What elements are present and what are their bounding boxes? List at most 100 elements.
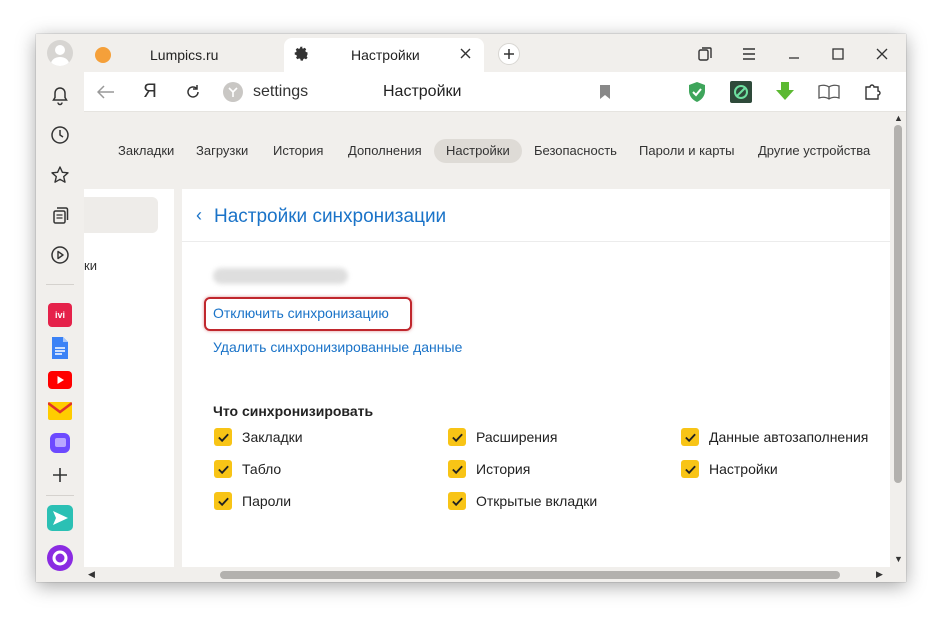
sync-settings-title[interactable]: Настройки синхронизации bbox=[214, 206, 446, 228]
checkbox-bookmarks[interactable]: Закладки bbox=[214, 428, 303, 446]
download-helper-icon[interactable] bbox=[773, 80, 797, 104]
add-service-plus-icon[interactable] bbox=[45, 460, 75, 490]
tab-lumpics[interactable]: Lumpics.ru bbox=[84, 38, 284, 72]
sidebar-divider bbox=[46, 495, 74, 496]
checkbox-label: Табло bbox=[242, 461, 282, 477]
media-play-icon[interactable] bbox=[45, 240, 75, 270]
bookmark-flag-icon[interactable] bbox=[593, 80, 617, 104]
checkbox-history[interactable]: История bbox=[448, 460, 530, 478]
side-menu-selected-item[interactable] bbox=[84, 197, 158, 233]
page-title: Настройки bbox=[383, 83, 462, 100]
close-window-icon[interactable] bbox=[869, 42, 895, 66]
checkbox-checked-icon[interactable] bbox=[448, 428, 466, 446]
checkbox-label: Открытые вкладки bbox=[476, 493, 598, 509]
menu-hamburger-icon[interactable] bbox=[736, 42, 762, 66]
gear-icon bbox=[294, 46, 309, 65]
docs-icon[interactable] bbox=[45, 333, 75, 363]
checkbox-checked-icon[interactable] bbox=[214, 460, 232, 478]
back-chevron-icon[interactable]: ‹ bbox=[196, 205, 202, 226]
adguard-shield-icon[interactable] bbox=[685, 80, 709, 104]
side-menu-item-label[interactable]: ки bbox=[84, 258, 97, 273]
address-bar-text[interactable]: settings bbox=[253, 83, 308, 101]
lumpics-favicon-icon bbox=[95, 47, 111, 63]
site-info-icon[interactable] bbox=[223, 82, 243, 102]
scroll-down-arrow-icon[interactable]: ▼ bbox=[894, 554, 903, 564]
checkbox-checked-icon[interactable] bbox=[448, 460, 466, 478]
checkbox-label: Расширения bbox=[476, 429, 558, 445]
checkbox-label: Данные автозаполнения bbox=[709, 429, 869, 445]
checkbox-checked-icon[interactable] bbox=[214, 492, 232, 510]
left-sidebar: ivi bbox=[36, 34, 84, 582]
divider bbox=[182, 241, 890, 242]
alice-assistant-icon[interactable] bbox=[45, 543, 75, 573]
close-tab-icon[interactable] bbox=[460, 46, 471, 64]
checkbox-checked-icon[interactable] bbox=[681, 460, 699, 478]
ivi-icon[interactable]: ivi bbox=[45, 300, 75, 330]
checkbox-checked-icon[interactable] bbox=[681, 428, 699, 446]
new-tab-plus-icon[interactable] bbox=[498, 43, 520, 65]
sidebar-divider bbox=[46, 284, 74, 285]
scroll-right-arrow-icon[interactable]: ▶ bbox=[876, 569, 883, 580]
settings-side-menu: ки bbox=[84, 189, 174, 567]
disable-sync-link[interactable]: Отключить синхронизацию bbox=[213, 305, 389, 321]
reader-mode-icon[interactable] bbox=[817, 80, 841, 104]
checkbox-label: Пароли bbox=[242, 493, 292, 509]
checkbox-tableau[interactable]: Табло bbox=[214, 460, 281, 478]
horizontal-scrollbar[interactable]: ◀ ▶ bbox=[84, 567, 890, 582]
nav-downloads[interactable]: Загрузки bbox=[184, 139, 260, 163]
nav-history[interactable]: История bbox=[261, 139, 335, 163]
checkbox-label: Настройки bbox=[709, 461, 778, 477]
delete-synced-data-link[interactable]: Удалить синхронизированные данные bbox=[213, 339, 462, 355]
downloads-arrow-icon[interactable] bbox=[905, 80, 906, 104]
vertical-scrollbar[interactable]: ▲ ▼ bbox=[890, 113, 906, 567]
checkbox-checked-icon[interactable] bbox=[214, 428, 232, 446]
checkbox-open-tabs[interactable]: Открытые вкладки bbox=[448, 492, 597, 510]
messenger-icon[interactable] bbox=[45, 428, 75, 458]
browser-toolbar: Я settings Настройки bbox=[84, 72, 906, 112]
settings-top-nav: Закладки Загрузки История Дополнения Нас… bbox=[84, 113, 890, 185]
checkbox-settings[interactable]: Настройки bbox=[681, 460, 778, 478]
sync-settings-panel: ‹ Настройки синхронизации Отключить синх… bbox=[182, 189, 890, 567]
maximize-icon[interactable] bbox=[825, 42, 851, 66]
mail-icon[interactable] bbox=[45, 396, 75, 426]
youtube-icon[interactable] bbox=[45, 365, 75, 395]
checkbox-autofill[interactable]: Данные автозаполнения bbox=[681, 428, 868, 446]
nav-other-devices[interactable]: Другие устройства bbox=[746, 139, 882, 163]
tabs-list-icon[interactable] bbox=[692, 42, 718, 66]
tab-title: Настройки bbox=[351, 47, 420, 63]
checkbox-extensions[interactable]: Расширения bbox=[448, 428, 557, 446]
tab-title: Lumpics.ru bbox=[150, 47, 219, 63]
checkbox-checked-icon[interactable] bbox=[448, 492, 466, 510]
settings-page: Закладки Загрузки История Дополнения Нас… bbox=[84, 113, 890, 567]
reload-icon[interactable] bbox=[181, 80, 205, 104]
scroll-up-arrow-icon[interactable]: ▲ bbox=[894, 113, 903, 123]
nav-passwords-cards[interactable]: Пароли и карты bbox=[627, 139, 747, 163]
checkbox-label: Закладки bbox=[242, 429, 303, 445]
nav-extensions[interactable]: Дополнения bbox=[336, 139, 434, 163]
tab-strip: Lumpics.ru Настройки bbox=[84, 34, 906, 72]
vpn-extension-icon[interactable] bbox=[729, 80, 753, 104]
send-arrow-icon[interactable] bbox=[45, 503, 75, 533]
collections-icon[interactable] bbox=[45, 200, 75, 230]
yandex-logo-icon[interactable]: Я bbox=[138, 80, 162, 104]
back-arrow-icon[interactable] bbox=[94, 80, 118, 104]
history-clock-icon[interactable] bbox=[45, 120, 75, 150]
what-to-sync-heading: Что синхронизировать bbox=[213, 403, 374, 419]
nav-security[interactable]: Безопасность bbox=[522, 139, 629, 163]
tab-settings[interactable]: Настройки bbox=[284, 38, 484, 72]
checkbox-label: История bbox=[476, 461, 531, 477]
minimize-icon[interactable] bbox=[781, 42, 807, 66]
profile-avatar-icon[interactable] bbox=[47, 40, 73, 66]
notifications-bell-icon[interactable] bbox=[45, 81, 75, 111]
browser-window: ivi Lumpics.ru Настройки Я settings Наст… bbox=[36, 34, 906, 582]
horizontal-scroll-thumb[interactable] bbox=[220, 571, 840, 579]
nav-bookmarks[interactable]: Закладки bbox=[106, 139, 186, 163]
bookmarks-star-icon[interactable] bbox=[45, 160, 75, 190]
ivi-badge: ivi bbox=[48, 303, 72, 327]
checkbox-passwords[interactable]: Пароли bbox=[214, 492, 291, 510]
extensions-puzzle-icon[interactable] bbox=[861, 80, 885, 104]
vertical-scroll-thumb[interactable] bbox=[894, 125, 902, 483]
blurred-account-name bbox=[213, 268, 348, 284]
nav-settings[interactable]: Настройки bbox=[434, 139, 522, 163]
scroll-left-arrow-icon[interactable]: ◀ bbox=[88, 569, 95, 580]
